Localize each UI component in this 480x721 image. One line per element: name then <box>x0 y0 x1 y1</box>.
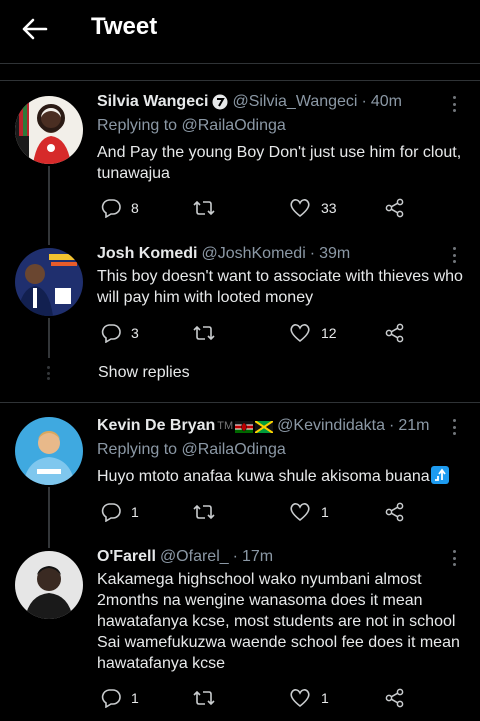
mention-link[interactable]: @RailaOdinga <box>182 441 286 458</box>
action-bar: 1 1 <box>97 686 417 710</box>
heart-icon <box>290 324 310 343</box>
tweet-header: O'Farell @Ofarel_ · 17m <box>97 548 274 566</box>
action-bar: 8 33 <box>97 196 417 220</box>
thread-line <box>48 166 50 235</box>
divider <box>0 80 480 81</box>
up-arrow-emoji-icon <box>430 466 449 484</box>
action-bar: 1 1 <box>97 500 417 524</box>
more-options-icon[interactable] <box>446 417 462 437</box>
retweet-icon <box>193 325 215 341</box>
timestamp[interactable]: 17m <box>242 548 273 566</box>
replying-to: Replying to @RailaOdinga <box>97 117 286 134</box>
handle[interactable]: @Ofarel_ <box>160 548 229 566</box>
handle[interactable]: @Silvia_Wangeci <box>232 93 357 111</box>
back-arrow-icon[interactable] <box>20 14 50 44</box>
action-bar: 3 12 <box>97 321 417 345</box>
reply-icon <box>101 689 121 708</box>
thread-line <box>48 543 50 548</box>
share-icon <box>385 502 404 522</box>
show-replies-link[interactable]: Show replies <box>98 364 190 382</box>
like-button[interactable]: 1 <box>289 500 329 524</box>
heart-icon <box>290 689 310 708</box>
reply-tweet[interactable]: O'Farell @Ofarel_ · 17m Kakamega highsch… <box>0 543 480 721</box>
reply-count: 1 <box>131 690 139 706</box>
retweet-icon <box>193 504 215 520</box>
page-title: Tweet <box>91 13 158 40</box>
reply-button[interactable]: 1 <box>101 686 139 710</box>
kenya-flag-icon <box>235 420 254 433</box>
thread-line <box>48 318 50 358</box>
reply-count: 1 <box>131 504 139 520</box>
heart-icon <box>290 199 310 218</box>
handle[interactable]: @Kevindidakta <box>277 417 385 435</box>
reply-count: 8 <box>131 200 139 216</box>
tweet-header: Silvia Wangeci @Silvia_Wangeci · 40m <box>97 93 402 111</box>
timestamp[interactable]: 39m <box>319 245 350 263</box>
retweet-button[interactable] <box>192 500 216 524</box>
verified-badge-icon <box>212 94 228 110</box>
heart-icon <box>290 503 310 522</box>
reply-icon <box>101 199 121 218</box>
like-count: 33 <box>321 200 337 216</box>
reply-icon <box>101 503 121 522</box>
display-name[interactable]: O'Farell <box>97 548 156 566</box>
jamaica-flag-icon <box>254 420 274 434</box>
retweet-button[interactable] <box>192 686 216 710</box>
share-icon <box>385 688 404 708</box>
top-bar: Tweet <box>0 0 480 58</box>
retweet-icon <box>193 200 215 216</box>
reply-icon <box>101 324 121 343</box>
reply-button[interactable]: 3 <box>101 321 139 345</box>
avatar[interactable] <box>15 96 83 164</box>
share-icon <box>385 198 404 218</box>
mention-link[interactable]: @RailaOdinga <box>182 117 286 134</box>
thread-dots <box>47 366 51 380</box>
thread-line <box>48 235 50 245</box>
reply-tweet[interactable]: Kevin De Bryan TM @Kevindidakta · 21m Re… <box>0 403 480 543</box>
divider <box>0 63 480 64</box>
more-options-icon[interactable] <box>446 548 462 568</box>
more-options-icon[interactable] <box>446 245 462 265</box>
retweet-button[interactable] <box>192 196 216 220</box>
reply-button[interactable]: 8 <box>101 196 139 220</box>
handle[interactable]: @JoshKomedi <box>201 245 305 263</box>
like-button[interactable]: 1 <box>289 686 329 710</box>
share-button[interactable] <box>385 321 405 345</box>
tweet-text: Huyo mtoto anafaa kuwa shule akisoma bua… <box>97 466 469 487</box>
tweet-header: Kevin De Bryan TM @Kevindidakta · 21m <box>97 417 430 435</box>
avatar[interactable] <box>15 417 83 485</box>
tweet-text: And Pay the young Boy Don't just use him… <box>97 144 462 182</box>
share-button[interactable] <box>385 686 405 710</box>
like-count: 12 <box>321 325 337 341</box>
display-name[interactable]: Silvia Wangeci <box>97 93 208 111</box>
retweet-button[interactable] <box>192 321 216 345</box>
share-button[interactable] <box>385 196 405 220</box>
retweet-icon <box>193 690 215 706</box>
reply-button[interactable]: 1 <box>101 500 139 524</box>
thread-line <box>48 487 50 543</box>
reply-count: 3 <box>131 325 139 341</box>
like-count: 1 <box>321 690 329 706</box>
share-icon <box>385 323 404 343</box>
tweet-text: Kakamega highschool wako nyumbani almost… <box>97 571 460 672</box>
replying-to: Replying to @RailaOdinga <box>97 441 286 458</box>
avatar[interactable] <box>15 551 83 619</box>
avatar[interactable] <box>15 248 83 316</box>
more-options-icon[interactable] <box>446 94 462 114</box>
reply-tweet[interactable]: Silvia Wangeci @Silvia_Wangeci · 40m Rep… <box>0 90 480 235</box>
share-button[interactable] <box>385 500 405 524</box>
tweet-header: Josh Komedi @JoshKomedi · 39m <box>97 245 351 263</box>
timestamp[interactable]: 40m <box>371 93 402 111</box>
tweet-text: This boy doesn't want to associate with … <box>97 268 463 306</box>
like-button[interactable]: 12 <box>289 321 337 345</box>
display-name[interactable]: Kevin De Bryan <box>97 417 215 435</box>
like-button[interactable]: 33 <box>289 196 337 220</box>
like-count: 1 <box>321 504 329 520</box>
timestamp[interactable]: 21m <box>398 417 429 435</box>
display-name[interactable]: Josh Komedi <box>97 245 197 263</box>
reply-tweet[interactable]: Josh Komedi @JoshKomedi · 39m This boy d… <box>0 235 480 395</box>
